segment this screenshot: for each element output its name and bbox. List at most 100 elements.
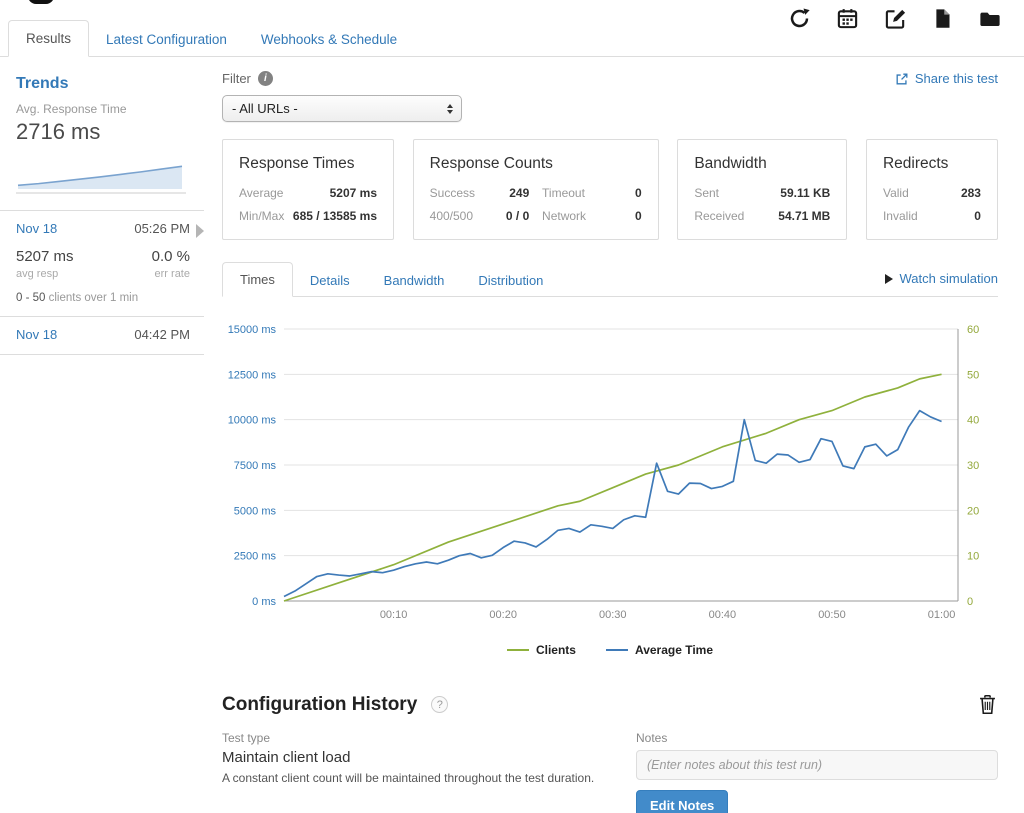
help-icon[interactable] (431, 696, 448, 713)
stat-value: 0 (635, 209, 642, 223)
document-icon[interactable] (932, 7, 953, 30)
chart-legend: Clients Average Time (222, 643, 998, 657)
run-entry-selected[interactable]: Nov 18 05:26 PM 5207 ms avg resp 0.0 % e… (0, 211, 204, 317)
toolbar-icons (788, 7, 1002, 30)
card-title: Response Times (239, 155, 377, 173)
stat-label: Received (694, 209, 744, 223)
summary-cards: Response Times Average 5207 ms Min/Max 6… (222, 139, 998, 240)
card-title: Response Counts (430, 155, 642, 173)
svg-text:40: 40 (967, 415, 979, 427)
stat-label: Network (542, 209, 586, 223)
share-icon (895, 72, 909, 86)
configuration-history-title: Configuration History (222, 694, 417, 716)
chart-tabs: Times Details Bandwidth Distribution Wat… (222, 262, 998, 297)
chart-tab-bandwidth[interactable]: Bandwidth (367, 264, 462, 297)
run-err-rate-caption: err rate (152, 268, 190, 280)
svg-text:00:50: 00:50 (818, 609, 846, 621)
svg-text:20: 20 (967, 505, 979, 517)
svg-text:7500 ms: 7500 ms (234, 460, 277, 472)
stat-value: 59.11 KB (780, 186, 830, 200)
response-time-chart: 0 ms 2500 ms 5000 ms 7500 ms 10000 ms 12500 m… (222, 305, 998, 635)
refresh-icon[interactable] (788, 7, 811, 30)
card-redirects: Redirects Valid 283 Invalid 0 (866, 139, 998, 240)
run-date: Nov 18 (16, 327, 57, 342)
stat-value: 249 (509, 186, 529, 200)
url-filter-selected-value: - All URLs - (232, 101, 298, 116)
stat-label: Min/Max (239, 209, 284, 223)
calendar-icon[interactable] (836, 7, 859, 30)
stat-label: 400/500 (430, 209, 473, 223)
avg-response-time-value: 2716 ms (16, 119, 190, 145)
legend-swatch-average-time (606, 649, 628, 651)
run-avg-resp-value: 5207 ms (16, 248, 74, 265)
play-icon (885, 274, 893, 284)
svg-text:2500 ms: 2500 ms (234, 551, 277, 563)
share-test-link[interactable]: Share this test (895, 71, 998, 86)
stat-value: 685 / 13585 ms (293, 209, 377, 223)
stat-label: Average (239, 186, 283, 200)
stat-value: 5207 ms (330, 186, 377, 200)
tab-webhooks-schedule[interactable]: Webhooks & Schedule (244, 22, 414, 57)
main-tabs: Results Latest Configuration Webhooks & … (8, 20, 414, 57)
trash-icon[interactable] (977, 693, 998, 716)
filter-label: Filter (222, 71, 273, 86)
notes-label: Notes (636, 731, 998, 745)
stat-value: 54.71 MB (778, 209, 830, 223)
folder-icon[interactable] (978, 8, 1002, 30)
run-clients-summary: 0 - 50 clients over 1 min (16, 292, 190, 304)
svg-text:0 ms: 0 ms (252, 596, 276, 608)
svg-text:10: 10 (967, 551, 979, 563)
edit-notes-button[interactable]: Edit Notes (636, 790, 728, 813)
chart-tab-times[interactable]: Times (222, 262, 293, 297)
stat-value: 0 (635, 186, 642, 200)
stat-value: 283 (961, 186, 981, 200)
run-err-rate-value: 0.0 % (152, 248, 190, 265)
svg-text:10000 ms: 10000 ms (228, 415, 277, 427)
card-bandwidth: Bandwidth Sent 59.11 KB Received 54.71 M… (677, 139, 847, 240)
run-entry[interactable]: Nov 18 04:42 PM (0, 317, 204, 355)
trends-sidebar: Trends Avg. Response Time 2716 ms Nov 18… (0, 57, 204, 355)
chart-tab-details[interactable]: Details (293, 264, 367, 297)
svg-text:12500 ms: 12500 ms (228, 369, 277, 381)
legend-swatch-clients (507, 649, 529, 651)
svg-text:15000 ms: 15000 ms (228, 324, 277, 336)
run-date: Nov 18 (16, 221, 57, 236)
stat-label: Invalid (883, 209, 918, 223)
notes-input[interactable] (636, 750, 998, 780)
test-type-description: A constant client count will be maintain… (222, 770, 612, 786)
card-response-times: Response Times Average 5207 ms Min/Max 6… (222, 139, 394, 240)
svg-text:60: 60 (967, 324, 979, 336)
select-stepper-icon (447, 104, 453, 114)
run-time: 04:42 PM (134, 327, 190, 342)
svg-text:0: 0 (967, 596, 973, 608)
edit-icon[interactable] (884, 7, 907, 30)
stat-label: Timeout (542, 186, 585, 200)
svg-text:00:40: 00:40 (709, 609, 737, 621)
svg-text:01:00: 01:00 (928, 609, 956, 621)
tab-latest-configuration[interactable]: Latest Configuration (89, 22, 244, 57)
svg-text:00:10: 00:10 (380, 609, 408, 621)
tab-results[interactable]: Results (8, 20, 89, 57)
svg-text:30: 30 (967, 460, 979, 472)
filter-info-icon[interactable] (258, 71, 273, 86)
selected-run-arrow-icon (196, 224, 204, 238)
test-type-label: Test type (222, 731, 618, 745)
url-filter-select[interactable]: - All URLs - (222, 95, 462, 122)
watch-simulation-link[interactable]: Watch simulation (885, 271, 999, 286)
results-main: Filter Share this test - All URLs - Resp… (204, 57, 1024, 813)
test-type-value: Maintain client load (222, 749, 618, 766)
trends-sparkline-chart (16, 153, 186, 195)
stat-label: Valid (883, 186, 909, 200)
chart-tab-distribution[interactable]: Distribution (461, 264, 560, 297)
card-title: Redirects (883, 155, 981, 173)
trends-title: Trends (16, 75, 190, 93)
card-response-counts: Response Counts Success 249 Timeout 0 40… (413, 139, 659, 240)
stat-value: 0 (974, 209, 981, 223)
cropped-page-title-fragment (28, 0, 54, 4)
svg-text:00:20: 00:20 (489, 609, 517, 621)
top-navigation: Results Latest Configuration Webhooks & … (0, 0, 1024, 57)
svg-text:5000 ms: 5000 ms (234, 505, 277, 517)
stat-label: Success (430, 186, 475, 200)
avg-response-time-label: Avg. Response Time (16, 102, 190, 116)
svg-text:50: 50 (967, 369, 979, 381)
